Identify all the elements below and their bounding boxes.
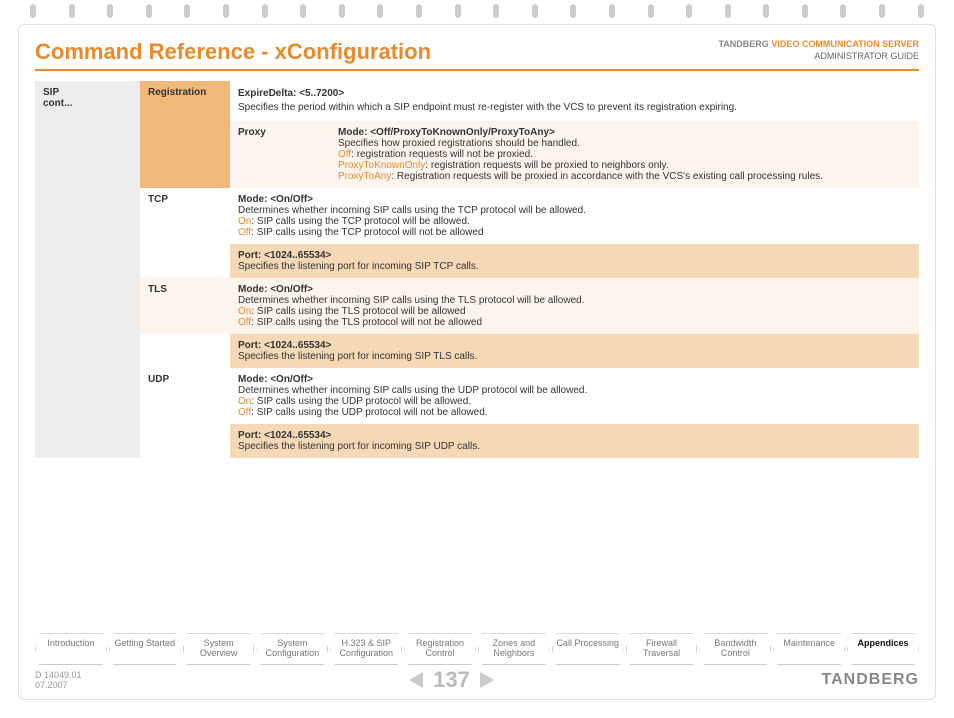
footer: D 14049.01 07.2007 137 TANDBERG bbox=[35, 667, 919, 693]
header: Command Reference - xConfiguration TANDB… bbox=[35, 39, 919, 71]
proxy-row: Proxy Mode: <Off/ProxyToKnownOnly/ProxyT… bbox=[230, 121, 919, 188]
tcp-row: TCP Mode: <On/Off> Determines whether in… bbox=[140, 188, 919, 244]
header-right: TANDBERG VIDEO COMMUNICATION SERVER ADMI… bbox=[718, 39, 919, 62]
expire-delta: ExpireDelta: <5..7200> Specifies the per… bbox=[230, 81, 919, 121]
config-table: SIP cont... Registration ExpireDelta: <5… bbox=[35, 81, 919, 458]
next-arrow-icon[interactable] bbox=[480, 672, 494, 688]
doc-meta: D 14049.01 07.2007 bbox=[35, 670, 82, 690]
tab-zones-neighbors[interactable]: Zones and Neighbors bbox=[478, 633, 550, 665]
prev-arrow-icon[interactable] bbox=[409, 672, 423, 688]
udp-row: UDP Mode: <On/Off> Determines whether in… bbox=[140, 368, 919, 424]
tab-system-overview[interactable]: System Overview bbox=[183, 633, 255, 665]
brand-logo: TANDBERG bbox=[822, 671, 919, 689]
tab-appendices[interactable]: Appendices bbox=[847, 633, 919, 665]
registration-label: Registration bbox=[140, 81, 230, 188]
tab-bandwidth-control[interactable]: Bandwidth Control bbox=[699, 633, 771, 665]
page: Command Reference - xConfiguration TANDB… bbox=[18, 24, 936, 700]
nav-tabs: Introduction Getting Started System Over… bbox=[35, 633, 919, 665]
pager: 137 bbox=[409, 667, 494, 693]
tab-introduction[interactable]: Introduction bbox=[35, 633, 107, 665]
tab-getting-started[interactable]: Getting Started bbox=[109, 633, 181, 665]
page-title: Command Reference - xConfiguration bbox=[35, 39, 431, 65]
tab-call-processing[interactable]: Call Processing bbox=[552, 633, 624, 665]
udp-port: Port: <1024..65534> Specifies the listen… bbox=[230, 424, 919, 458]
tcp-port: Port: <1024..65534> Specifies the listen… bbox=[230, 244, 919, 278]
tab-system-configuration[interactable]: System Configuration bbox=[256, 633, 328, 665]
binder-holes bbox=[30, 4, 924, 22]
tab-h323-sip[interactable]: H.323 & SIP Configuration bbox=[330, 633, 402, 665]
page-number: 137 bbox=[433, 667, 470, 693]
tls-port: Port: <1024..65534> Specifies the listen… bbox=[230, 334, 919, 368]
tls-row: TLS Mode: <On/Off> Determines whether in… bbox=[140, 278, 919, 334]
tab-maintenance[interactable]: Maintenance bbox=[773, 633, 845, 665]
tab-registration-control[interactable]: Registration Control bbox=[404, 633, 476, 665]
tab-firewall-traversal[interactable]: Firewall Traversal bbox=[626, 633, 698, 665]
sip-label: SIP cont... bbox=[35, 81, 140, 458]
